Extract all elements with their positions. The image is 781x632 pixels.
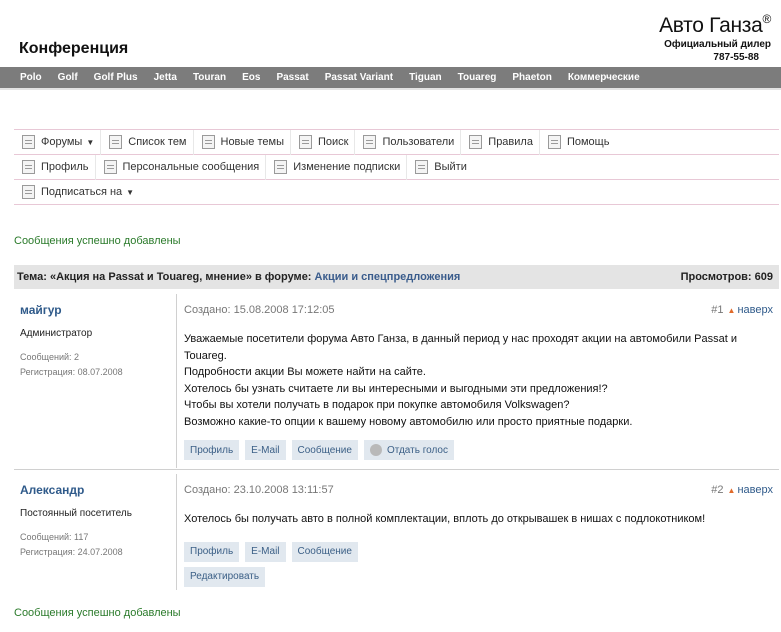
post-date: Создано: 15.08.2008 17:12:05 [184,304,335,316]
arrow-up-icon: ▲ [727,306,736,315]
message-button[interactable]: Сообщение [291,440,358,460]
author-name[interactable]: Александр [20,483,176,497]
edit-button[interactable]: Редактировать [184,566,266,587]
email-button[interactable]: E-Mail [245,541,286,562]
model-link-passat-variant[interactable]: Passat Variant [325,72,393,83]
success-message: Сообщения успешно добавлены [14,235,181,247]
logout-icon [415,160,429,174]
post-author-panel: Александр Постоянный посетитель Сообщени… [14,474,177,590]
help-icon [547,135,561,149]
post-actions: Профиль E-Mail Сообщение [184,541,779,562]
registered-mark: ® [762,12,771,26]
success-message: Сообщения успешно добавлены [14,607,181,619]
brand-phone: 787-55-88 [713,52,759,63]
post-content: Создано: 15.08.2008 17:12:05 #1 ▲ наверх У… [177,294,779,460]
nav-rules[interactable]: Правила [460,129,539,155]
nav-row-user: Профиль Персональные сообщения Изменение… [14,154,779,180]
model-link-passat[interactable]: Passat [276,72,308,83]
chevron-down-icon: ▼ [86,137,95,147]
nav-row-subscribe: Подписаться на ▼ [14,180,779,205]
post-number[interactable]: #1 [711,304,723,316]
views-count: Просмотров: 609 [680,271,773,283]
rules-icon [469,135,483,149]
model-link-golf-plus[interactable]: Golf Plus [94,72,138,83]
subscribe-icon [22,185,35,199]
profile-button[interactable]: Профиль [184,440,240,460]
forums-icon [22,135,35,149]
model-link-touran[interactable]: Touran [193,72,226,83]
model-link-commercial[interactable]: Коммерческие [568,72,640,83]
site-header: Конференция Авто Ганза® Официальный диле… [0,0,781,67]
topic-title: Тема: «Акция на Passat и Touareg, мнение… [17,271,312,283]
post-2: Александр Постоянный посетитель Сообщени… [14,474,779,590]
post-number[interactable]: #2 [711,484,723,496]
thumbs-up-icon [369,444,382,456]
nav-users[interactable]: Пользователи [354,129,460,155]
post-actions: Профиль E-Mail Сообщение Отдать голос [184,440,779,460]
author-role: Постоянный посетитель [20,508,132,519]
new-topics-icon [201,135,215,149]
brand-logo[interactable]: Авто Ганза® Официальный дилер 787-55-88 [659,12,771,63]
chevron-down-icon: ▼ [126,187,135,197]
vote-button[interactable]: Отдать голос [363,440,454,460]
models-nav: Polo Golf Golf Plus Jetta Touran Eos Pas… [0,67,781,88]
author-message-count: Сообщений: 2 [20,352,80,362]
profile-button[interactable]: Профиль [184,541,240,562]
post-date: Создано: 23.10.2008 13:11:57 [184,484,334,496]
post-edit-actions: Редактировать [184,566,779,587]
nav-row-main: Форумы ▼ Список тем Новые темы Поиск Поль… [14,129,779,155]
nav-topic-list[interactable]: Список тем [100,129,192,155]
author-role: Администратор [20,328,93,339]
search-icon [299,135,312,149]
topic-list-icon [109,135,123,149]
brand-subtitle: Официальный дилер [664,39,771,50]
post-body: Уважаемые посетители форума Авто Ганза, … [184,333,737,428]
author-registration: Регистрация: 08.07.2008 [20,367,123,377]
messages-icon [103,160,117,174]
forum-link[interactable]: Акции и спецпредложения [315,271,461,283]
nav-subscription[interactable]: Изменение подписки [265,154,406,180]
subscription-icon [274,160,288,174]
page-title: Конференция [19,40,129,57]
nav-search[interactable]: Поиск [290,129,354,155]
nav-logout[interactable]: Выйти [406,154,473,180]
scroll-top-link[interactable]: наверх [737,304,773,316]
nav-profile[interactable]: Профиль [14,155,95,180]
email-button[interactable]: E-Mail [245,440,286,460]
model-link-jetta[interactable]: Jetta [154,72,177,83]
post-divider [14,469,779,470]
header-divider [0,88,781,90]
brand-name: Авто Ганза [659,14,763,37]
nav-messages[interactable]: Персональные сообщения [94,154,266,180]
post-body: Хотелось бы получать авто в полной компл… [184,513,706,525]
users-icon [363,135,377,149]
topic-header: Тема: «Акция на Passat и Touareg, мнение… [14,265,779,289]
forum-nav: Форумы ▼ Список тем Новые темы Поиск Поль… [14,129,779,205]
model-link-eos[interactable]: Eos [242,72,260,83]
author-registration: Регистрация: 24.07.2008 [20,547,123,557]
nav-forums[interactable]: Форумы ▼ [14,130,100,155]
model-link-tiguan[interactable]: Tiguan [409,72,442,83]
profile-icon [22,160,35,174]
author-name[interactable]: майгур [20,303,176,317]
nav-help[interactable]: Помощь [538,129,616,155]
nav-new-topics[interactable]: Новые темы [192,129,291,155]
author-message-count: Сообщений: 117 [20,532,89,542]
model-link-polo[interactable]: Polo [20,72,42,83]
message-button[interactable]: Сообщение [291,541,358,562]
post-content: Создано: 23.10.2008 13:11:57 #2 ▲ наверх Х… [177,474,779,587]
model-link-touareg[interactable]: Touareg [458,72,497,83]
post-author-panel: майгур Администратор Сообщений: 2 Регист… [14,294,177,468]
nav-subscribe[interactable]: Подписаться на ▼ [14,180,140,205]
scroll-top-link[interactable]: наверх [737,484,773,496]
arrow-up-icon: ▲ [727,486,736,495]
model-link-phaeton[interactable]: Phaeton [512,72,551,83]
post-1: майгур Администратор Сообщений: 2 Регист… [14,294,779,468]
model-link-golf[interactable]: Golf [58,72,78,83]
